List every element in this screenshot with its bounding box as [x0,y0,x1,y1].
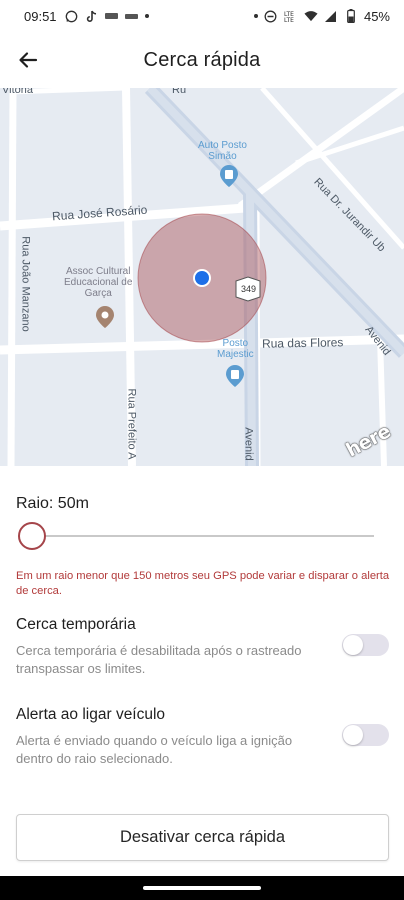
map-road-label: Rua Prefeito A [125,388,138,460]
radius-warning: Em um raio menor que 150 metros seu GPS … [16,570,390,597]
map-road-label: Rua João Manzano [19,236,32,332]
whatsapp-icon [65,9,79,23]
lte-icon: LTE LTE [284,9,298,23]
map-road-label: Vitória [2,88,33,96]
setting-desc-temporary-fence: Cerca temporária é desabilitada após o r… [16,643,302,676]
notification-icon [125,9,139,23]
map-poi-label: Posto Majestic [217,338,254,360]
temporary-fence-toggle[interactable] [342,634,389,656]
page-title: Cerca rápida [143,48,261,71]
radius-slider[interactable] [18,522,374,550]
dot-icon [144,14,149,18]
slider-thumb[interactable] [18,522,46,550]
route-shield-label: 349 [241,284,257,294]
dot-icon [253,14,258,18]
disable-quick-fence-button[interactable]: Desativar cerca rápida [16,814,389,861]
notification-icon [105,9,119,23]
setting-desc-vehicle-alert: Alerta é enviado quando o veículo liga a… [16,733,293,766]
map-poi-label: Assoc Cultural Educacional de Garça [64,266,133,299]
wifi-icon [304,9,318,23]
status-time: 09:51 [24,8,57,24]
battery-icon [344,9,358,23]
vehicle-alert-toggle[interactable] [342,724,389,746]
slider-track [28,535,374,537]
toggle-knob [343,725,363,745]
app-bar: Cerca rápida [0,32,404,88]
setting-title-vehicle-alert: Alerta ao ligar veículo [16,706,166,723]
back-button[interactable] [10,42,46,78]
map-poi-label: Auto Posto Simão [198,140,247,162]
map-road-label: Rua das Flores [261,335,344,351]
home-handle[interactable] [143,886,261,890]
radius-label: Raio: 50m [16,495,89,512]
arrow-left-icon [19,52,38,68]
toggle-knob [343,635,363,655]
signal-icon [324,9,338,23]
system-nav-bar [0,876,404,900]
tiktok-icon [85,9,99,23]
map-view[interactable]: Vitória Ru Auto Posto Simão Rua José Ros… [0,88,404,466]
status-bar: 09:51 LTE LTE 45% [0,0,404,32]
setting-title-temporary-fence: Cerca temporária [16,616,136,633]
svg-text:LTE: LTE [284,17,294,23]
dnd-icon [264,9,278,23]
map-road-label: Avenid [242,427,255,461]
map-road-label: Ru [172,88,187,96]
battery-percent: 45% [363,8,390,24]
